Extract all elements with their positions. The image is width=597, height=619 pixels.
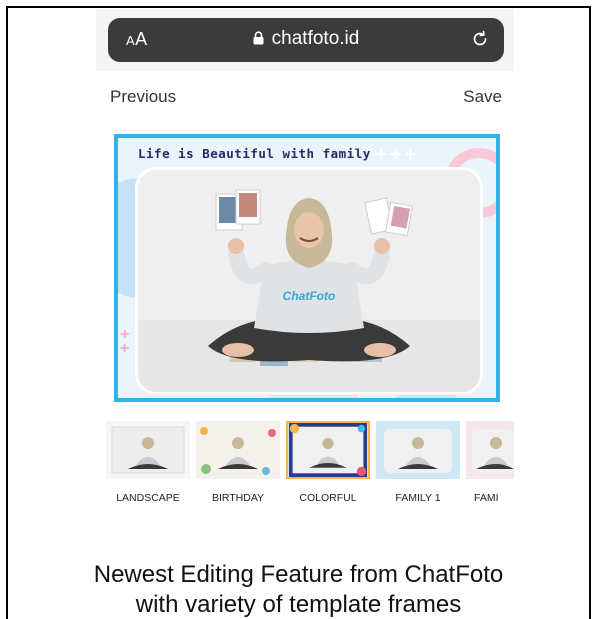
shirt-logo-text: ChatFoto xyxy=(283,289,336,303)
phone-screenshot: AA chatfoto.id Previous Save +++ + + Life… xyxy=(96,9,514,507)
caption-line-2: with variety of template frames xyxy=(135,591,462,618)
reload-icon[interactable] xyxy=(470,29,490,49)
plus-decoration-icon: + + xyxy=(120,326,130,357)
thumbnail-colorful[interactable] xyxy=(286,421,370,479)
thumbnail-family-1[interactable] xyxy=(376,421,460,479)
address-bar[interactable]: AA chatfoto.id xyxy=(108,18,504,62)
thumbnail-label: FAMILY 1 xyxy=(395,492,441,504)
template-title: Life is Beautiful with family xyxy=(138,146,371,161)
caption-line-1: Newest Editing Feature from ChatFoto xyxy=(93,561,504,588)
thumbnail-label: COLORFUL xyxy=(299,492,357,504)
lock-icon xyxy=(253,29,264,45)
thumbnail-label: BIRTHDAY xyxy=(211,492,265,504)
browser-toolbar: AA chatfoto.id xyxy=(96,9,514,71)
thumbnail-landscape[interactable] xyxy=(106,421,190,479)
thumbnail-label: FAMI xyxy=(474,492,499,504)
template-thumbnail-strip[interactable] xyxy=(96,417,514,485)
address-text-wrap: chatfoto.id xyxy=(108,28,504,50)
editor-nav-bar: Previous Save xyxy=(96,71,514,121)
template-preview: +++ + + Life is Beautiful with family Ch… xyxy=(114,134,500,402)
thumbnail-family-2[interactable] xyxy=(466,421,514,479)
person-photo-illustration: ChatFoto xyxy=(138,170,480,392)
thumbnail-label: LANDSCAPE xyxy=(116,492,180,504)
thumbnail-labels: LANDSCAPE BIRTHDAY COLORFUL FAMILY 1 FAM… xyxy=(96,489,514,507)
previous-button[interactable]: Previous xyxy=(110,87,176,107)
edited-photo: ChatFoto xyxy=(138,170,480,392)
plus-decoration-icon: +++ xyxy=(376,144,420,164)
thumbnail-birthday[interactable] xyxy=(196,421,280,479)
domain-text: chatfoto.id xyxy=(271,28,360,49)
save-button[interactable]: Save xyxy=(463,87,502,107)
